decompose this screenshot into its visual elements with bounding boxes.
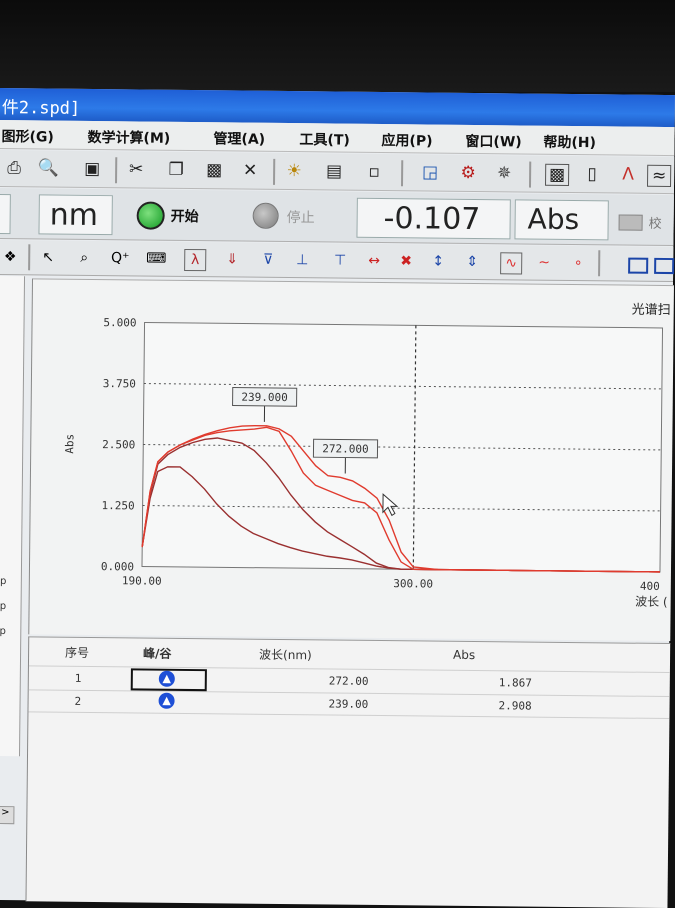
- menu-help[interactable]: 帮助(H): [543, 132, 596, 153]
- menu-manage[interactable]: 管理(A): [213, 128, 265, 149]
- graph-view-icon[interactable]: ▩: [545, 164, 569, 186]
- eraser-icon[interactable]: ▯: [581, 164, 603, 184]
- x-tick-label: 400: [640, 580, 660, 593]
- zoom-icon[interactable]: ⌕: [74, 248, 94, 268]
- page-setup-icon[interactable]: ▣: [81, 159, 103, 179]
- y-tick-label: 0.000: [101, 560, 134, 573]
- calibrate-label[interactable]: 校: [649, 213, 662, 232]
- zoom-plus-icon[interactable]: Q⁺: [110, 248, 130, 268]
- cut-icon[interactable]: ✂: [125, 159, 147, 179]
- x-tick-label: 190.00: [122, 574, 162, 587]
- menu-tools[interactable]: 工具(T): [299, 129, 350, 150]
- peak-arrow-icon: ▲: [159, 693, 175, 709]
- paste-icon[interactable]: ▩: [203, 160, 225, 180]
- auto-scale-icon[interactable]: ⊤: [330, 250, 350, 270]
- y-expand-icon[interactable]: ⇕: [462, 252, 482, 272]
- chart-title: 光谱扫: [632, 303, 671, 318]
- window-icon[interactable]: [628, 258, 648, 274]
- row-index: 2: [75, 695, 82, 708]
- start-label: 开始: [171, 206, 199, 226]
- peak-label: 239.000: [241, 391, 287, 404]
- print-preview-icon[interactable]: 🔍: [37, 158, 59, 178]
- y-tick-label: 5.000: [103, 316, 136, 329]
- menu-graph[interactable]: 图形(G): [1, 126, 54, 147]
- x-tick-label: 300.00: [393, 577, 433, 590]
- calibrate-icon[interactable]: [619, 214, 643, 230]
- row-abs: 1.867: [499, 676, 532, 689]
- window-icon-2[interactable]: [654, 258, 674, 274]
- spectrum-icon[interactable]: ≈: [647, 165, 671, 187]
- lamp-icon[interactable]: ☀: [283, 161, 305, 181]
- stop-label: 停止: [287, 207, 315, 227]
- sample-icon[interactable]: ▤: [323, 161, 345, 181]
- col-abs-header: Abs: [453, 648, 475, 662]
- baseline-icon[interactable]: ▫: [363, 162, 385, 182]
- y-axis-label: Abs: [63, 434, 76, 454]
- file-label-1[interactable]: sp: [0, 576, 6, 587]
- y-tick-label: 1.250: [101, 499, 134, 512]
- settings-icon[interactable]: ⚙: [457, 163, 479, 183]
- menu-apply[interactable]: 应用(P): [381, 130, 432, 151]
- plot-frame: [142, 323, 663, 572]
- y-tick-label: 2.500: [102, 438, 135, 451]
- menu-window[interactable]: 窗口(W): [465, 131, 521, 152]
- col-peak-header: 峰/谷: [143, 645, 172, 662]
- overlay-icon[interactable]: ∿: [500, 252, 522, 274]
- start-button[interactable]: 开始: [133, 197, 229, 232]
- light-icon[interactable]: ✵: [493, 163, 515, 183]
- peak-label: 272.000: [322, 442, 368, 455]
- ruler-icon[interactable]: ⌨: [146, 249, 166, 269]
- row-index: 1: [75, 672, 82, 685]
- area-icon[interactable]: ⊽: [258, 250, 278, 270]
- copy-icon[interactable]: ❐: [165, 160, 187, 180]
- peak-icon[interactable]: Λ: [617, 164, 639, 184]
- row-wavelength: 239.00: [328, 697, 368, 710]
- point-icon[interactable]: ∘: [568, 253, 588, 273]
- start-icon: [137, 201, 165, 229]
- y-scale-icon[interactable]: ↕: [428, 251, 448, 271]
- reading-unit-panel: Abs: [514, 199, 608, 240]
- row-wavelength: 272.00: [329, 674, 369, 687]
- peak-pick-icon[interactable]: λ: [184, 249, 206, 271]
- print-icon[interactable]: ⎙: [3, 158, 25, 178]
- x-axis-label: 波长 (: [635, 595, 668, 609]
- row-abs: 2.908: [498, 699, 531, 712]
- file-label-3[interactable]: sp: [0, 626, 6, 637]
- stop-button[interactable]: 停止: [246, 199, 342, 234]
- y-tick-label: 3.750: [103, 377, 136, 390]
- monitor-bezel: [0, 0, 675, 92]
- absorbance-reading: -0.107: [383, 201, 480, 237]
- application-window: 件2.spd] 图形(G) 数学计算(M) 管理(A) 工具(T) 应用(P) …: [0, 88, 675, 907]
- connect-icon[interactable]: ◲: [419, 162, 441, 182]
- spectrum-chart[interactable]: 0.000 1.250 2.500 3.750 5.000 190.00 300.00 400…: [29, 279, 674, 641]
- data-list-panel: sp sp sp >: [0, 276, 25, 756]
- tool-icon[interactable]: ❖: [0, 247, 20, 267]
- main-toolbar: ⎙ 🔍 ▣ ✂ ❐ ▩ ✕ ☀ ▤ ▫ ◲ ⚙ ✵ ▩ ▯ Λ ≈: [0, 150, 674, 194]
- measure-toolbar: nm 开始 停止 -0.107 Abs 校: [0, 188, 674, 246]
- reading-unit: Abs: [527, 203, 579, 237]
- peak-arrow-icon: ▲: [159, 671, 175, 687]
- col-wavelength-header: 波长(nm): [259, 646, 312, 664]
- delete-icon[interactable]: ✕: [239, 161, 261, 181]
- col-index-header: 序号: [65, 644, 89, 661]
- spectrum-chart-area: 0.000 1.250 2.500 3.750 5.000 190.00 300.00 400…: [28, 278, 674, 641]
- graph-toolbar: ❖ ↖ ⌕ Q⁺ ⌨ λ ⇓ ⊽ ⊥ ⊤ ↔ ✖ ↕ ⇕ ∿ ∼ ∘: [0, 240, 673, 282]
- peak-table: 序号 峰/谷 波长(nm) Abs 1 ▲ 272.00 1.867 2 ▲ 2…: [25, 636, 670, 908]
- pointer-icon[interactable]: ↖: [38, 247, 58, 267]
- stop-icon: [253, 203, 279, 229]
- baseline-tool-icon[interactable]: ⊥: [292, 250, 312, 270]
- reading-panel: -0.107: [356, 198, 510, 240]
- scroll-right-icon[interactable]: >: [0, 806, 14, 824]
- x-expand-icon[interactable]: ✖: [396, 251, 416, 271]
- peak-list-icon[interactable]: ⇓: [222, 249, 242, 269]
- file-label-2[interactable]: sp: [0, 601, 6, 612]
- x-scale-icon[interactable]: ↔: [364, 251, 384, 271]
- unit-panel: nm: [38, 194, 112, 235]
- unit-label: nm: [49, 198, 98, 234]
- smooth-icon[interactable]: ∼: [534, 253, 554, 273]
- menu-math[interactable]: 数学计算(M): [87, 127, 170, 148]
- window-title: 件2.spd]: [2, 93, 81, 119]
